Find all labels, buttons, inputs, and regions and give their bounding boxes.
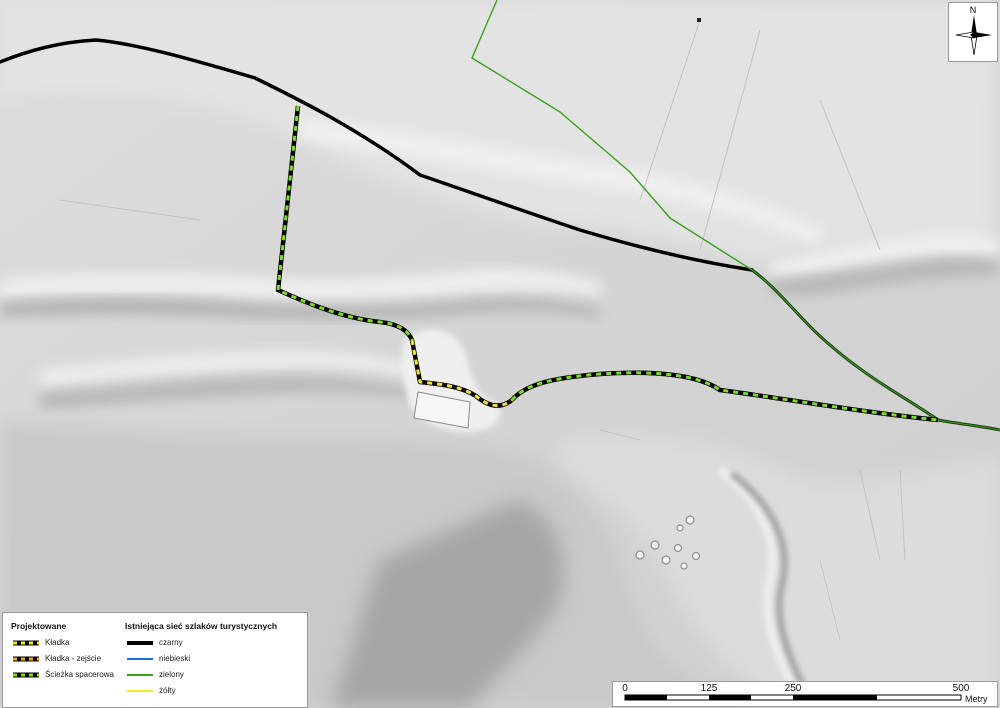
north-arrow: N xyxy=(948,2,998,62)
legend-label-black-trail: czarny xyxy=(159,638,183,647)
legend-heading-projected: Projektowane xyxy=(11,621,67,631)
scale-bar: 0 125 250 500 Metry xyxy=(612,681,998,707)
legend-label-footbridge-descent: Kładka - zejście xyxy=(45,654,102,663)
legend-item-walkway: Ścieżka spacerowa xyxy=(13,669,123,681)
legend-item-blue-trail: niebieski xyxy=(127,653,247,665)
footbridge-symbol-icon xyxy=(13,640,39,646)
legend-item-green-trail: zielony xyxy=(127,669,247,681)
black-trail-symbol-icon xyxy=(127,641,153,645)
scale-tick-0: 0 xyxy=(622,683,628,694)
scale-bar-graphic xyxy=(624,694,962,701)
legend-item-footbridge: Kładka xyxy=(13,637,123,649)
legend-label-blue-trail: niebieski xyxy=(159,654,191,663)
map-frame: N Projektowane Istniejąca sieć szlaków t… xyxy=(0,0,1000,708)
legend-heading-existing: Istniejąca sieć szlaków turystycznych xyxy=(125,621,278,631)
legend: Projektowane Istniejąca sieć szlaków tur… xyxy=(2,612,308,708)
legend-item-footbridge-descent: Kładka - zejście xyxy=(13,653,123,665)
legend-label-walkway: Ścieżka spacerowa xyxy=(45,670,114,679)
compass-rose-icon xyxy=(955,15,992,56)
blue-trail-symbol-icon xyxy=(127,658,153,660)
legend-label-green-trail: zielony xyxy=(159,670,184,679)
green-trail-symbol-icon xyxy=(127,674,153,676)
legend-item-black-trail: czarny xyxy=(127,637,247,649)
scale-tick-250: 250 xyxy=(784,683,802,694)
legend-label-footbridge: Kładka xyxy=(45,638,70,647)
footbridge-descent-symbol-icon xyxy=(13,656,39,662)
terrain-dark-marker xyxy=(697,18,701,22)
walkway-symbol-icon xyxy=(13,672,39,678)
legend-label-yellow-trail: żółty xyxy=(159,686,176,695)
scale-tick-125: 125 xyxy=(700,683,718,694)
hillshade-map[interactable] xyxy=(0,0,1000,708)
legend-item-yellow-trail: żółty xyxy=(127,685,247,697)
scale-tick-500: 500 xyxy=(952,683,970,694)
yellow-trail-symbol-icon xyxy=(127,690,153,692)
scale-unit: Metry xyxy=(965,694,988,704)
